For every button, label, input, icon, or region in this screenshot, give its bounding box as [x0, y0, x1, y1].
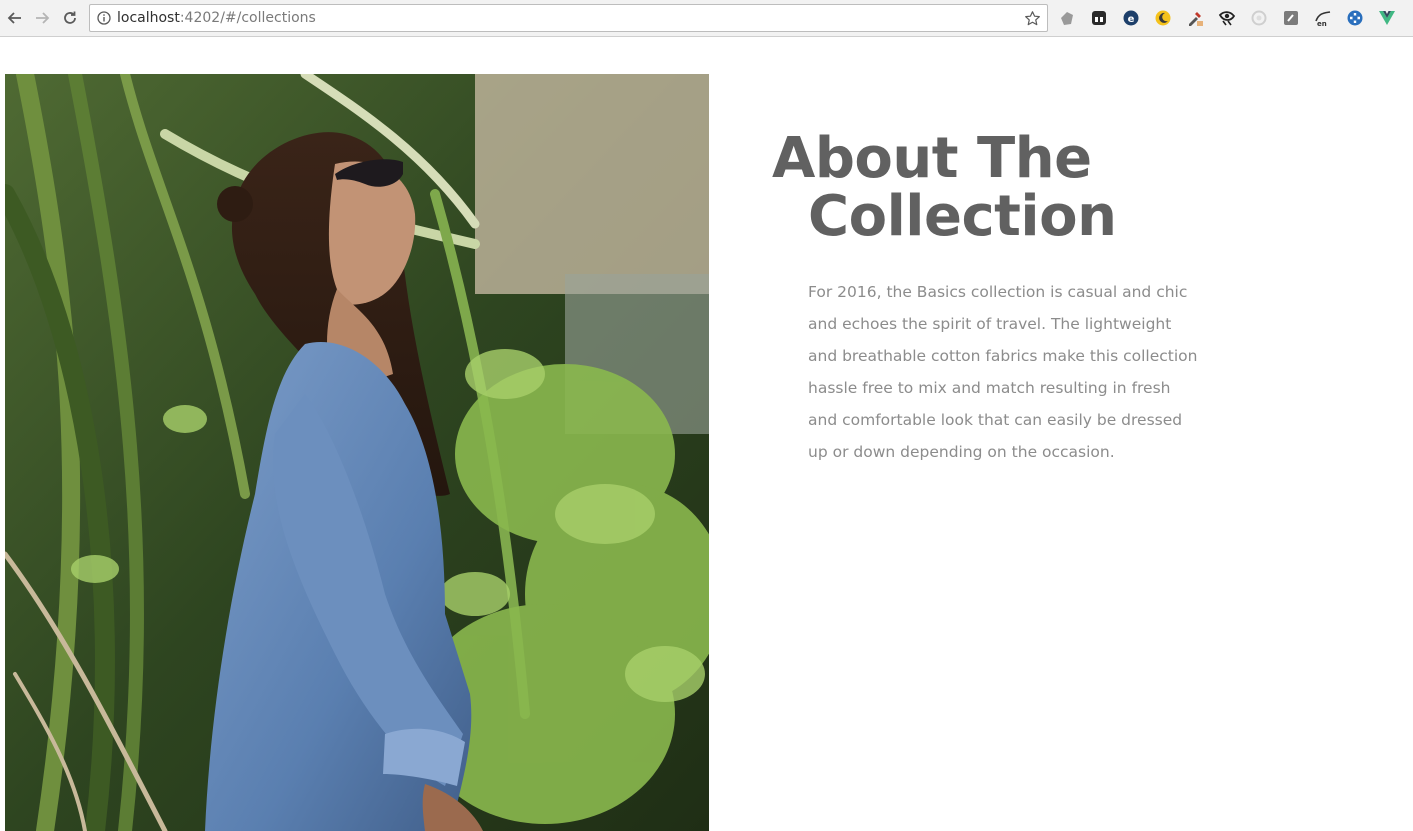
vue-devtools-icon[interactable] [1376, 7, 1398, 29]
collections-page: About The Collection For 2016, the Basic… [0, 38, 1413, 831]
extensions-bar: e en [1056, 6, 1398, 30]
address-url: localhost:4202/#/collections [117, 10, 316, 26]
info-icon[interactable] [97, 11, 111, 25]
extension-moon-icon[interactable] [1152, 7, 1174, 29]
forward-icon[interactable] [31, 7, 53, 29]
extension-blue-badge-icon[interactable] [1344, 7, 1366, 29]
collection-description: For 2016, the Basics collection is casua… [808, 276, 1198, 468]
description-line: and comfortable look that can easily be … [808, 411, 1183, 429]
title-line-1: About The [772, 126, 1092, 191]
extension-gray-shape-icon[interactable] [1056, 7, 1078, 29]
url-path: :4202/#/collections [179, 10, 316, 26]
hero-photo [5, 74, 709, 831]
extension-en-icon[interactable]: en [1312, 7, 1334, 29]
reload-icon[interactable] [59, 7, 81, 29]
extension-e-badge-icon[interactable]: e [1120, 7, 1142, 29]
extension-square-icon[interactable] [1280, 7, 1302, 29]
svg-text:e: e [1128, 14, 1135, 25]
url-host: localhost [117, 10, 180, 26]
description-line: hassle free to mix and match resulting i… [808, 379, 1171, 397]
extension-circle-icon[interactable] [1248, 7, 1270, 29]
back-icon[interactable] [4, 7, 26, 29]
extension-eye-icon[interactable] [1216, 7, 1238, 29]
woman-in-garden-image [5, 74, 709, 831]
description-line: and breathable cotton fabrics make this … [808, 347, 1198, 365]
description-line: For 2016, the Basics collection is casua… [808, 283, 1188, 301]
extension-eyedropper-icon[interactable] [1184, 7, 1206, 29]
svg-text:en: en [1317, 20, 1327, 27]
browser-toolbar: localhost:4202/#/collections e en [0, 0, 1413, 37]
description-line: up or down depending on the occasion. [808, 443, 1115, 461]
bookmark-star-icon[interactable] [1024, 10, 1041, 27]
title-line-2: Collection [808, 184, 1117, 249]
extension-tile-icon[interactable] [1088, 7, 1110, 29]
collection-title: About The Collection [772, 130, 1172, 246]
description-line: and echoes the spirit of travel. The lig… [808, 315, 1172, 333]
address-bar[interactable]: localhost:4202/#/collections [89, 4, 1048, 32]
